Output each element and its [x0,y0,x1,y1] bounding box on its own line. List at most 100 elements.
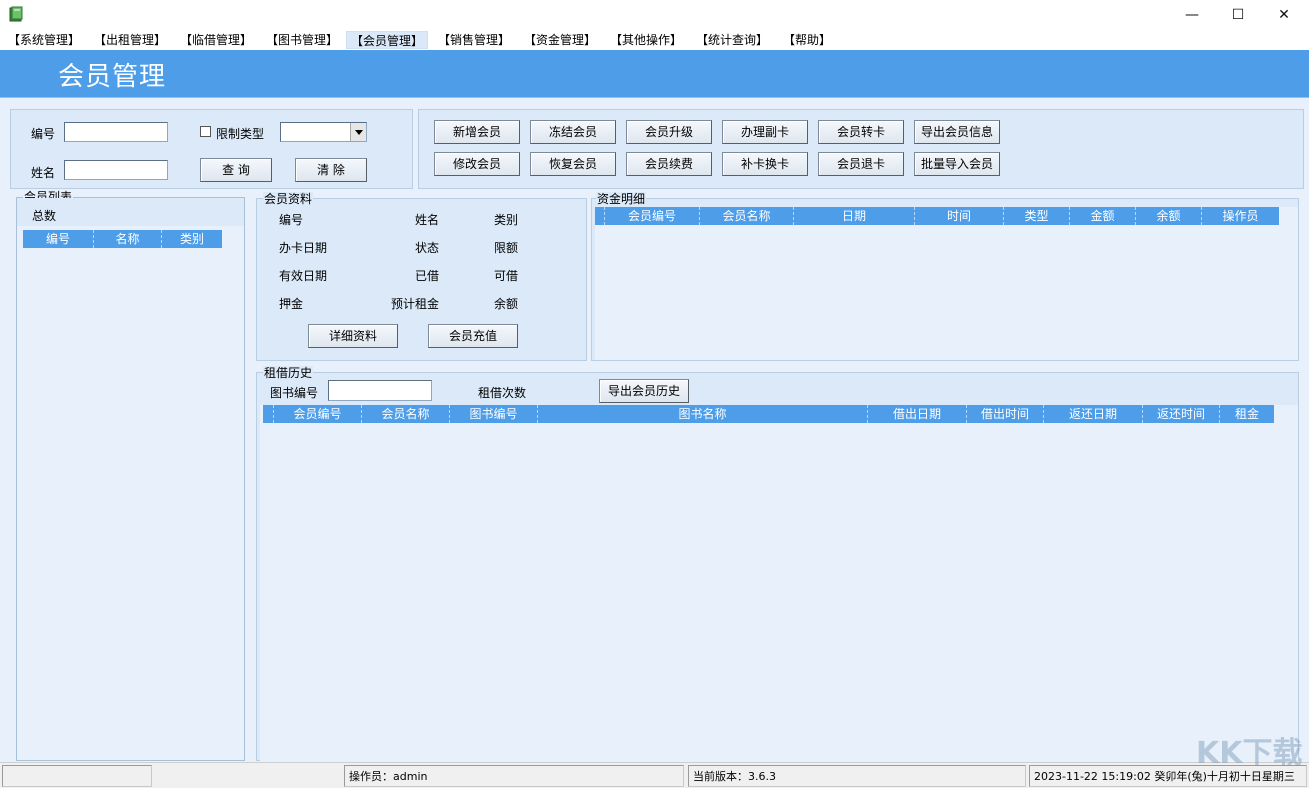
fund-detail-grid: 会员编号 会员名称 日期 时间 类型 金额 余额 操作员 [595,207,1298,360]
restrict-type-checkbox[interactable] [200,126,211,137]
export-history-button[interactable]: 导出会员历史 [599,379,689,403]
member-info-group: 会员资料 编号 姓名 类别 办卡日期 状态 限额 有效日期 已借 可借 押金 预… [257,192,586,360]
menu-books[interactable]: 【图书管理】 [262,31,342,49]
recharge-button[interactable]: 会员充值 [428,324,518,348]
status-bar: 操作员：admin 当前版本：3.6.3 2023-11-22 15:19:02… [0,762,1309,788]
menu-funds[interactable]: 【资金管理】 [520,31,600,49]
menu-statistics[interactable]: 【统计查询】 [692,31,772,49]
clear-button[interactable]: 清 除 [295,158,367,182]
upgrade-member-button[interactable]: 会员升级 [626,120,712,144]
member-total-label: 总数 [32,209,57,223]
rent-history-title: 租借历史 [263,366,314,380]
title-bar: — ☐ ✕ [0,0,1309,30]
replace-card-button[interactable]: 补卡换卡 [722,152,808,176]
fund-detail-header: 会员编号 会员名称 日期 时间 类型 金额 余额 操作员 [595,207,1279,225]
module-banner: 会员管理 [0,50,1309,97]
book-id-input[interactable] [328,380,432,401]
menu-temp-borrow[interactable]: 【临借管理】 [176,31,256,49]
member-list-group: 会员列表 总数 编号 名称 类别 [16,190,245,761]
col-fund-amount[interactable]: 金额 [1070,207,1136,225]
col-fund-type[interactable]: 类型 [1004,207,1070,225]
col-history-borrow-date[interactable]: 借出日期 [868,405,967,423]
col-fund-operator[interactable]: 操作员 [1202,207,1279,225]
col-member-id[interactable]: 编号 [23,230,94,248]
detail-info-button[interactable]: 详细资料 [308,324,398,348]
menu-bar: 【系统管理】 【出租管理】 【临借管理】 【图书管理】 【会员管理】 【销售管理… [0,30,1309,50]
col-member-type[interactable]: 类别 [162,230,222,248]
col-history-member-id[interactable]: 会员编号 [274,405,362,423]
info-limit-label: 限额 [494,241,519,255]
import-members-button[interactable]: 批量导入会员 [914,152,1000,176]
export-members-button[interactable]: 导出会员信息 [914,120,1000,144]
restrict-type-label: 限制类型 [216,127,265,141]
chevron-down-icon[interactable] [350,123,366,141]
watermark: KK下载 [1196,736,1303,771]
info-balance-label: 余额 [494,297,519,311]
id-label: 编号 [31,127,56,141]
col-member-name[interactable]: 名称 [94,230,162,248]
col-history-member-name[interactable]: 会员名称 [362,405,450,423]
col-history-rent[interactable]: 租金 [1220,405,1274,423]
menu-rent[interactable]: 【出租管理】 [90,31,170,49]
name-label: 姓名 [31,166,56,180]
info-name-label: 姓名 [415,213,440,227]
type-select[interactable] [280,122,367,142]
info-valid-date-label: 有效日期 [279,269,328,283]
col-fund-member-name[interactable]: 会员名称 [700,207,794,225]
col-history-borrow-time[interactable]: 借出时间 [967,405,1044,423]
info-borrowed-label: 已借 [415,269,440,283]
col-fund-balance[interactable]: 余额 [1136,207,1202,225]
menu-help[interactable]: 【帮助】 [779,31,835,49]
freeze-member-button[interactable]: 冻结会员 [530,120,616,144]
query-button[interactable]: 查 询 [200,158,272,182]
col-fund-time[interactable]: 时间 [915,207,1004,225]
maximize-button[interactable]: ☐ [1215,0,1261,30]
close-button[interactable]: ✕ [1261,0,1307,30]
actions-panel: 新增会员 冻结会员 会员升级 办理副卡 会员转卡 导出会员信息 修改会员 恢复会… [418,109,1304,189]
info-can-borrow-label: 可借 [494,269,519,283]
menu-other[interactable]: 【其他操作】 [606,31,686,49]
col-fund-member-id[interactable]: 会员编号 [605,207,700,225]
add-member-button[interactable]: 新增会员 [434,120,520,144]
book-id-label: 图书编号 [270,386,319,400]
status-operator: 操作员：admin [344,765,684,787]
rent-history-panel: 租借历史 图书编号 租借次数 导出会员历史 会员编号 会员名称 图书编号 图书名… [256,366,1299,761]
cancel-card-button[interactable]: 会员退卡 [818,152,904,176]
rent-count-label: 租借次数 [478,386,527,400]
member-list-header: 编号 名称 类别 [23,230,222,248]
col-history-return-time[interactable]: 返还时间 [1143,405,1220,423]
menu-members[interactable]: 【会员管理】 [346,31,429,49]
member-list-panel: 会员列表 总数 编号 名称 类别 [10,190,248,761]
col-history-book-title[interactable]: 图书名称 [538,405,868,423]
transfer-card-button[interactable]: 会员转卡 [818,120,904,144]
rent-history-grid: 会员编号 会员名称 图书编号 图书名称 借出日期 借出时间 返还日期 返还时间 … [260,405,1298,761]
info-status-label: 状态 [415,241,440,255]
menu-system[interactable]: 【系统管理】 [4,31,84,49]
status-cell-empty [2,765,152,787]
fund-detail-panel: 资金明细 会员编号 会员名称 日期 时间 类型 金额 余额 操作员 [591,192,1299,361]
col-history-return-date[interactable]: 返还日期 [1044,405,1143,423]
book-icon [9,6,23,22]
info-card-date-label: 办卡日期 [279,241,328,255]
search-panel: 编号 限制类型 姓名 查 询 清 除 [10,109,413,189]
id-input[interactable] [64,122,168,142]
info-type-label: 类别 [494,213,519,227]
renew-member-button[interactable]: 会员续费 [626,152,712,176]
page-title: 会员管理 [58,62,167,92]
minimize-button[interactable]: — [1169,0,1215,30]
status-version: 当前版本：3.6.3 [688,765,1026,787]
restore-member-button[interactable]: 恢复会员 [530,152,616,176]
menu-sales[interactable]: 【销售管理】 [434,31,514,49]
info-estimated-rent-label: 预计租金 [391,297,440,311]
fund-detail-title: 资金明细 [596,192,647,206]
edit-member-button[interactable]: 修改会员 [434,152,520,176]
info-deposit-label: 押金 [279,297,304,311]
member-info-title: 会员资料 [263,192,314,206]
info-id-label: 编号 [279,213,304,227]
col-history-book-id[interactable]: 图书编号 [450,405,538,423]
secondary-card-button[interactable]: 办理副卡 [722,120,808,144]
rent-history-header: 会员编号 会员名称 图书编号 图书名称 借出日期 借出时间 返还日期 返还时间 … [263,405,1274,423]
main-area: 编号 限制类型 姓名 查 询 清 除 新增会员 冻结会员 会员升级 办理副卡 会… [0,97,1309,762]
col-fund-date[interactable]: 日期 [794,207,915,225]
name-input[interactable] [64,160,168,180]
